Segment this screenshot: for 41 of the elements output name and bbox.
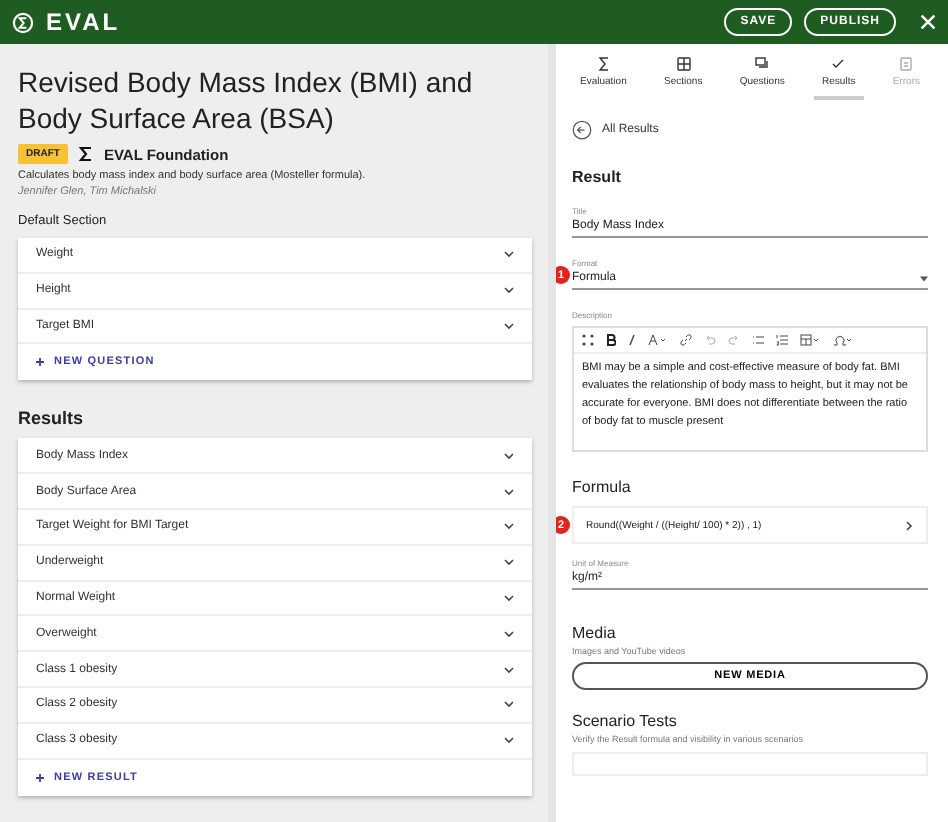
- chevron-icon[interactable]: [504, 736, 514, 745]
- app-logo: EVAL: [46, 8, 121, 36]
- media-heading: Media: [572, 624, 618, 642]
- bold-icon[interactable]: [606, 334, 616, 346]
- chevron-icon[interactable]: [504, 487, 514, 496]
- document-icon: [898, 56, 915, 72]
- italic-icon[interactable]: [628, 334, 636, 346]
- chevron-icon[interactable]: [504, 629, 514, 638]
- dropdown-caret-icon: [920, 275, 928, 281]
- chevron-icon[interactable]: [504, 250, 514, 259]
- back-arrow-icon: [572, 120, 592, 140]
- sigma-icon: [77, 146, 94, 162]
- chevron-icon[interactable]: [504, 593, 514, 602]
- grid-icon: [675, 56, 692, 72]
- drag-icon[interactable]: [582, 334, 594, 346]
- chevron-icon[interactable]: [504, 700, 514, 709]
- omega-icon[interactable]: [832, 334, 852, 346]
- link-icon[interactable]: [680, 334, 692, 346]
- chat-icon: [754, 56, 771, 72]
- table-icon[interactable]: [800, 334, 820, 346]
- formula-heading: Formula: [572, 478, 633, 496]
- numbered-list-icon[interactable]: [776, 334, 788, 346]
- bullet-list-icon[interactable]: [752, 334, 764, 346]
- plus-icon: [36, 358, 44, 367]
- close-icon[interactable]: [920, 14, 936, 30]
- chevron-icon[interactable]: [504, 451, 514, 460]
- chevron-icon[interactable]: [504, 321, 514, 330]
- chevron-icon[interactable]: [504, 286, 514, 295]
- scenarios-heading: Scenario Tests: [572, 712, 679, 730]
- results-heading: Results: [18, 408, 86, 429]
- logo-icon: [12, 11, 34, 33]
- check-icon: [830, 56, 847, 72]
- chevron-icon[interactable]: [504, 558, 514, 567]
- sigma-icon: [595, 56, 612, 72]
- result-heading: Result: [572, 168, 623, 186]
- chevron-icon[interactable]: [504, 665, 514, 674]
- text-color-icon[interactable]: [648, 334, 668, 346]
- evaluation-title: Revised Body Mass Index (BMI) and Body Surface Area (BSA): [18, 64, 475, 136]
- chevron-icon[interactable]: [905, 520, 913, 530]
- chevron-icon[interactable]: [504, 522, 514, 531]
- plus-icon: [36, 773, 44, 782]
